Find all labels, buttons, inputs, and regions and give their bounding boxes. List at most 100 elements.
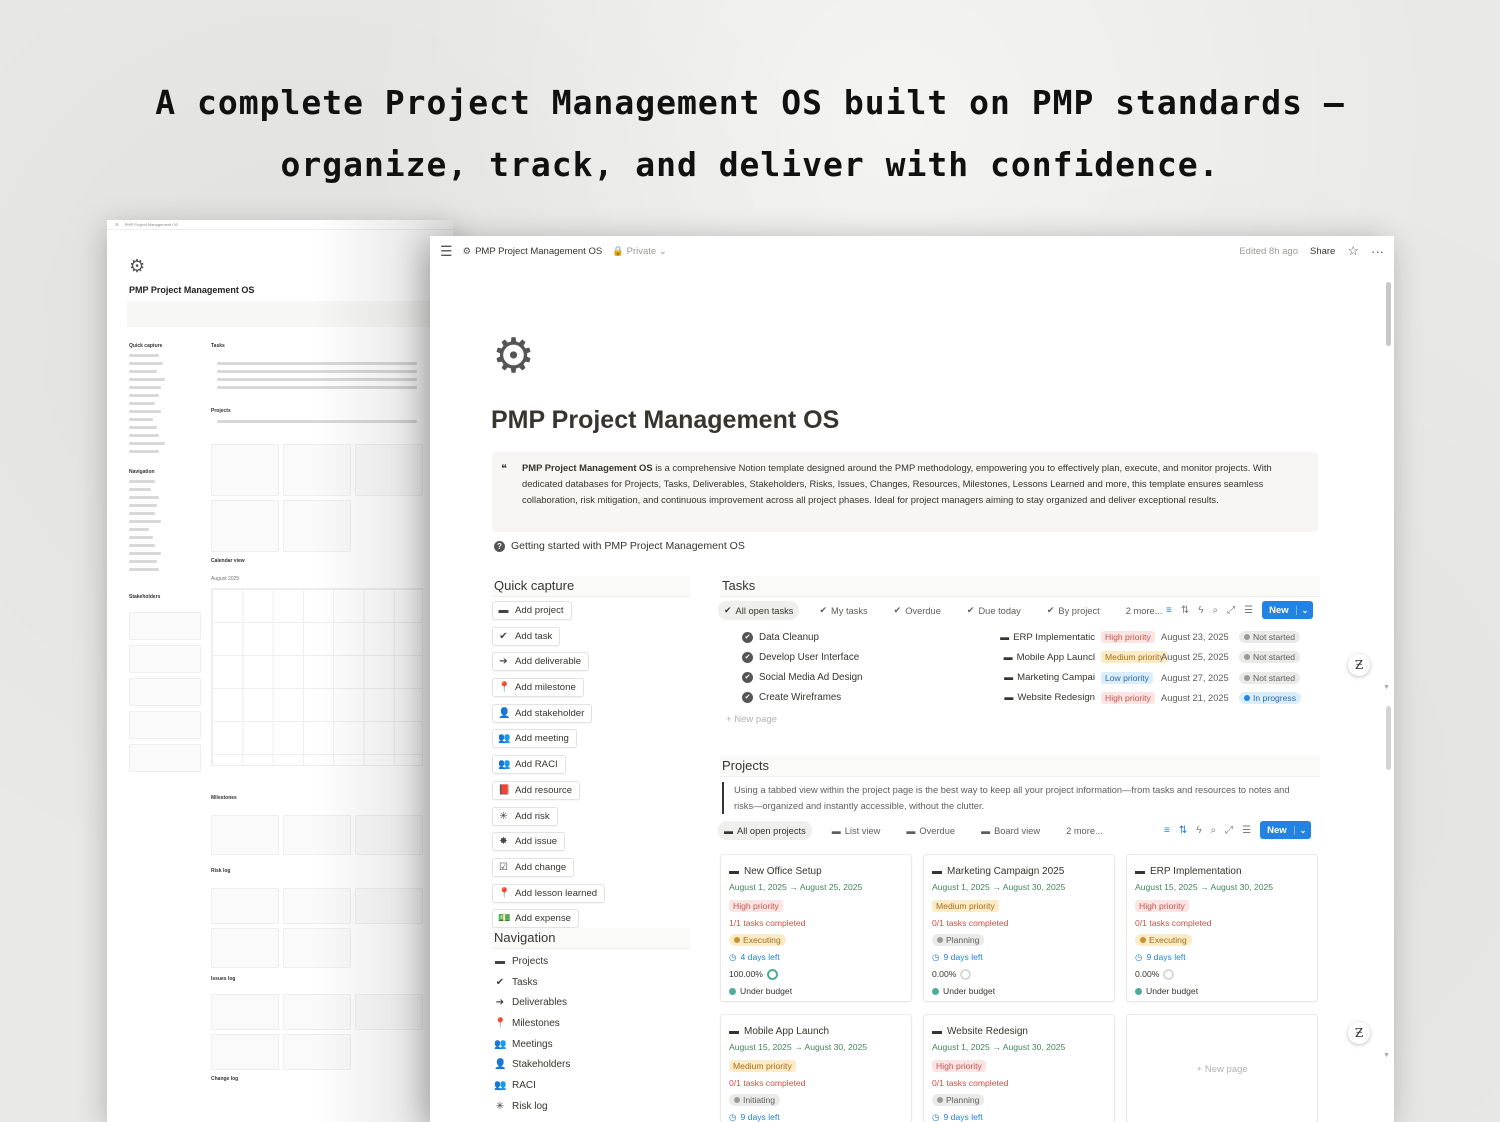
privacy-badge[interactable]: 🔒 Private ⌄: [612, 246, 667, 257]
tab-projects-overdue[interactable]: ▬ Overdue: [900, 821, 961, 840]
scroll-down-icon[interactable]: ▼: [1383, 684, 1390, 691]
check-circle-icon[interactable]: ✔: [742, 672, 753, 684]
tab-list-view[interactable]: ▬ List view: [826, 821, 887, 840]
nav-item-meetings[interactable]: 👥 Meetings: [494, 1034, 570, 1055]
button-label: Add lesson learned: [515, 887, 598, 899]
ai-assistant-icon[interactable]: Ƶ: [1348, 1022, 1370, 1044]
projects-new-button[interactable]: New ⌄: [1260, 821, 1312, 839]
task-project[interactable]: ▬ Mobile App Launcl: [999, 652, 1095, 663]
scrollbar-thumb[interactable]: [1386, 282, 1391, 346]
task-status[interactable]: Not started: [1239, 671, 1301, 684]
task-status[interactable]: Not started: [1239, 631, 1301, 643]
add-project-button[interactable]: ▬ Add project: [492, 601, 572, 620]
tab-projects-more[interactable]: 2 more...: [1060, 821, 1109, 840]
scrollbar-thumb-secondary[interactable]: [1386, 706, 1391, 770]
add-issue-button[interactable]: ✸ Add issue: [492, 832, 566, 852]
task-status[interactable]: In progress: [1239, 691, 1301, 704]
edited-timestamp: Edited 8h ago: [1239, 245, 1298, 257]
tab-overdue[interactable]: ✔ Overdue: [888, 601, 947, 620]
tab-all-open-projects[interactable]: ▬ All open projects: [718, 821, 812, 840]
project-title[interactable]: ▬ Mobile App Launch: [729, 1023, 903, 1039]
add-deliverable-button[interactable]: ➔ Add deliverable: [492, 652, 590, 672]
task-project[interactable]: ▬ Website Redesign: [999, 692, 1095, 703]
automation-icon[interactable]: ϟ: [1198, 605, 1203, 616]
task-name[interactable]: Data Cleanup: [759, 632, 999, 643]
nav-item-stakeholders[interactable]: 👤 Stakeholders: [494, 1054, 570, 1075]
filter-icon[interactable]: ≡: [1164, 825, 1170, 836]
table-row[interactable]: ✔ Develop User Interface ▬ Mobile App Launc…: [742, 647, 1322, 667]
chevron-down-icon[interactable]: ⌄: [1293, 825, 1312, 835]
project-card[interactable]: ▬ Website Redesign August 1, 2025 → August…: [923, 1014, 1115, 1122]
share-button[interactable]: Share: [1310, 246, 1335, 257]
nav-item-milestones[interactable]: 📍 Milestones: [494, 1013, 570, 1034]
task-project[interactable]: ▬ ERP Implementatic: [999, 632, 1095, 643]
star-icon[interactable]: ☆: [1347, 243, 1359, 259]
search-icon[interactable]: ⌕: [1213, 605, 1219, 616]
task-status[interactable]: Not started: [1239, 651, 1301, 664]
add-lesson-learned-button[interactable]: 📍 Add lesson learned: [492, 883, 606, 903]
tasks-new-page[interactable]: + New page: [726, 714, 777, 725]
table-row[interactable]: ✔ Data Cleanup ▬ ERP Implementatic High prio…: [742, 627, 1322, 647]
chevron-down-icon[interactable]: ⌄: [1295, 605, 1314, 615]
project-title[interactable]: ▬ New Office Setup: [729, 863, 903, 879]
task-name[interactable]: Social Media Ad Design: [759, 672, 999, 683]
back-line: [129, 434, 159, 437]
add-change-button[interactable]: ☑ Add change: [492, 857, 575, 877]
search-icon[interactable]: ⌕: [1211, 825, 1217, 836]
task-project[interactable]: ▬ Marketing Campai: [999, 672, 1095, 683]
add-raci-button[interactable]: 👥 Add RACI: [492, 755, 566, 775]
add-expense-button[interactable]: 💵 Add expense: [492, 909, 580, 929]
table-row[interactable]: ✔ Social Media Ad Design ▬ Marketing Campai…: [742, 668, 1322, 688]
back-line: [129, 418, 153, 421]
settings-icon[interactable]: ☰: [1242, 825, 1251, 836]
project-card[interactable]: ▬ New Office Setup August 1, 2025 → August…: [720, 854, 912, 1002]
progress-ring-icon: [960, 968, 972, 980]
tab-more[interactable]: 2 more...: [1120, 601, 1169, 620]
expand-icon[interactable]: ⤢: [1227, 605, 1235, 616]
settings-icon[interactable]: ☰: [1244, 605, 1253, 616]
project-card[interactable]: ▬ ERP Implementation August 15, 2025 → Aug…: [1126, 854, 1318, 1002]
add-stakeholder-button[interactable]: 👤 Add stakeholder: [492, 703, 593, 723]
project-card[interactable]: ▬ Marketing Campaign 2025 August 1, 2025 →…: [923, 854, 1115, 1002]
sort-icon[interactable]: ⇅: [1181, 605, 1189, 616]
automation-icon[interactable]: ϟ: [1196, 825, 1201, 836]
tab-board-view[interactable]: ▬ Board view: [975, 821, 1046, 840]
add-meeting-button[interactable]: 👥 Add meeting: [492, 729, 577, 749]
sort-icon[interactable]: ⇅: [1179, 825, 1187, 836]
check-circle-icon[interactable]: ✔: [742, 631, 753, 643]
back-card: [283, 1034, 351, 1070]
scroll-down-icon[interactable]: ▼: [1383, 1052, 1390, 1059]
check-circle-icon[interactable]: ✔: [742, 692, 753, 704]
task-name[interactable]: Create Wireframes: [759, 692, 999, 703]
tasks-new-button[interactable]: New ⌄: [1262, 601, 1314, 619]
add-risk-button[interactable]: ✳ Add risk: [492, 806, 558, 826]
nav-item-deliverables[interactable]: ➔ Deliverables: [494, 992, 570, 1013]
breadcrumb[interactable]: PMP Project Management OS: [475, 246, 602, 257]
tab-my-tasks[interactable]: ✔ My tasks: [813, 601, 873, 620]
add-task-button[interactable]: ✔ Add task: [492, 626, 561, 646]
ai-assistant-icon[interactable]: Ƶ: [1348, 654, 1370, 676]
nav-item-risk-log[interactable]: ✳ Risk log: [494, 1096, 570, 1117]
tab-due-today[interactable]: ✔ Due today: [961, 601, 1027, 620]
add-resource-button[interactable]: 📕 Add resource: [492, 780, 581, 800]
projects-new-page-card[interactable]: + New page: [1126, 1014, 1318, 1122]
nav-item-tasks[interactable]: ✔ Tasks: [494, 972, 570, 993]
getting-started-link[interactable]: ? Getting started with PMP Project Manag…: [494, 540, 745, 552]
nav-item-raci[interactable]: 👥 RACI: [494, 1075, 570, 1096]
project-title[interactable]: ▬ Marketing Campaign 2025: [932, 863, 1106, 879]
table-row[interactable]: ✔ Create Wireframes ▬ Website Redesign High …: [742, 688, 1322, 708]
project-card[interactable]: ▬ Mobile App Launch August 15, 2025 → Augu…: [720, 1014, 912, 1122]
more-icon[interactable]: ···: [1371, 244, 1384, 259]
project-title[interactable]: ▬ Website Redesign: [932, 1023, 1106, 1039]
expand-icon[interactable]: ⤢: [1225, 825, 1233, 836]
add-milestone-button[interactable]: 📍 Add milestone: [492, 678, 584, 698]
check-circle-icon[interactable]: ✔: [742, 651, 753, 663]
task-name[interactable]: Develop User Interface: [759, 652, 999, 663]
menu-icon[interactable]: ☰: [440, 243, 453, 260]
project-title[interactable]: ▬ ERP Implementation: [1135, 863, 1309, 879]
page-gear-icon[interactable]: ⚙: [492, 328, 535, 384]
filter-icon[interactable]: ≡: [1166, 605, 1172, 616]
tab-all-open-tasks[interactable]: ✔ All open tasks: [718, 601, 800, 620]
nav-item-projects[interactable]: ▬ Projects: [494, 951, 570, 972]
tab-by-project[interactable]: ✔ By project: [1041, 601, 1106, 620]
